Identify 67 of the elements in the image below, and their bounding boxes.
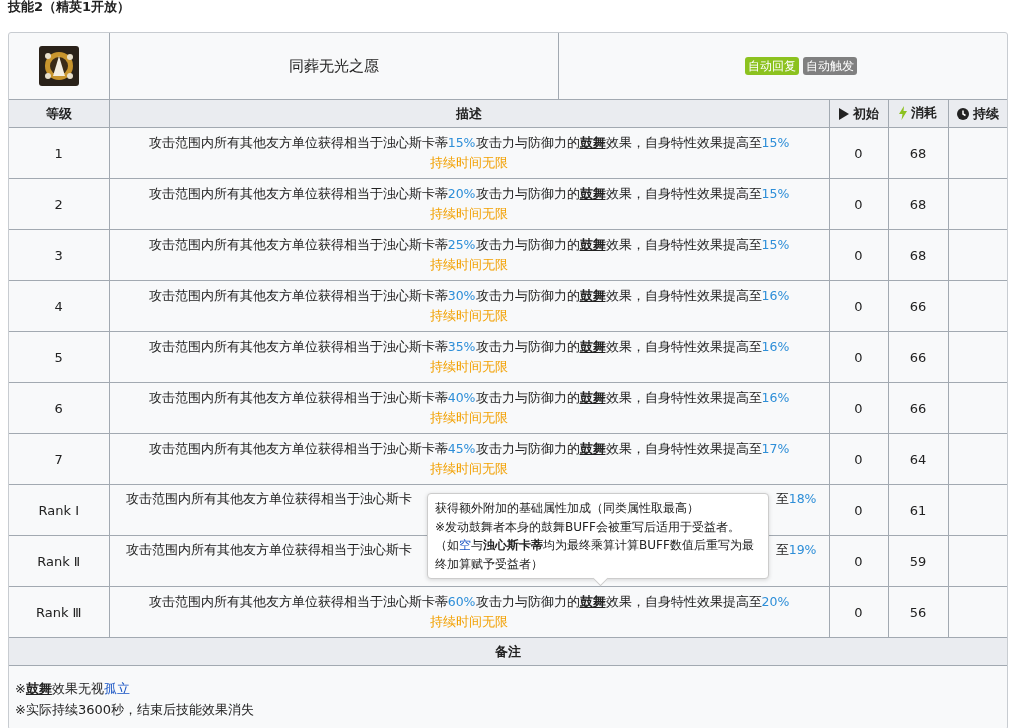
cost-cell: 61 bbox=[909, 502, 927, 518]
skill-description: 攻击范围内所有其他友方单位获得相当于浊心斯卡蒂25%攻击力与防御力的鼓舞效果，自身特性效果提高至15% bbox=[147, 236, 791, 254]
cost-cell: 66 bbox=[909, 298, 927, 314]
note-text: ※鼓舞效果无视孤立 bbox=[15, 680, 131, 698]
column-header: 等级 bbox=[9, 99, 109, 128]
cost-cell: 68 bbox=[909, 247, 927, 263]
initial-cell: 0 bbox=[854, 298, 863, 314]
skill-description: 至19% bbox=[775, 541, 817, 559]
duration-note: 持续时间无限 bbox=[429, 307, 509, 325]
lightning-icon bbox=[899, 106, 907, 120]
skill-tag: 自动触发 bbox=[803, 57, 857, 75]
play-icon bbox=[838, 107, 849, 120]
column-header: 消耗 bbox=[911, 104, 937, 122]
cost-cell: 68 bbox=[909, 196, 927, 212]
cost-cell: 56 bbox=[909, 604, 927, 620]
skill-description: 攻击范围内所有其他友方单位获得相当于浊心斯卡蒂15%攻击力与防御力的鼓舞效果，自身特性效果提高至15% bbox=[147, 134, 791, 152]
initial-cell: 0 bbox=[854, 451, 863, 467]
column-header: 持续 bbox=[972, 104, 999, 123]
initial-cell: 0 bbox=[854, 196, 863, 212]
section-title: 技能2（精英1开放） bbox=[6, 0, 132, 16]
duration-note: 持续时间无限 bbox=[429, 205, 509, 223]
initial-cell: 0 bbox=[854, 349, 863, 365]
skill-description: 攻击范围内所有其他友方单位获得相当于浊心斯卡蒂35%攻击力与防御力的鼓舞效果，自身特性效果提高至16% bbox=[147, 338, 791, 356]
duration-note: 持续时间无限 bbox=[429, 358, 509, 376]
level-cell: Rank Ⅱ bbox=[37, 553, 81, 569]
skill-icon bbox=[39, 46, 79, 86]
duration-note: 持续时间无限 bbox=[429, 154, 509, 172]
column-header: 描述 bbox=[109, 99, 829, 128]
cost-cell: 64 bbox=[909, 451, 927, 467]
duration-note: 持续时间无限 bbox=[429, 613, 509, 631]
note-text: ※实际持续3600秒，结束后技能效果消失 bbox=[15, 701, 255, 719]
cost-cell: 66 bbox=[909, 349, 927, 365]
level-cell: Rank Ⅲ bbox=[35, 604, 82, 620]
duration-note: 持续时间无限 bbox=[429, 256, 509, 274]
initial-cell: 0 bbox=[854, 247, 863, 263]
skill-description: 攻击范围内所有其他友方单位获得相当于浊心斯卡蒂45%攻击力与防御力的鼓舞效果，自身特性效果提高至17% bbox=[147, 440, 791, 458]
skill-description: 攻击范围内所有其他友方单位获得相当于浊心斯卡蒂60%攻击力与防御力的鼓舞效果，自身特性效果提高至20% bbox=[147, 593, 791, 611]
initial-cell: 0 bbox=[854, 553, 863, 569]
level-cell: 3 bbox=[54, 247, 63, 263]
cost-cell: 59 bbox=[909, 553, 927, 569]
column-header: 初始 bbox=[852, 104, 879, 123]
notes-header: 备注 bbox=[9, 637, 1007, 666]
initial-cell: 0 bbox=[854, 502, 863, 518]
clock-icon bbox=[956, 107, 969, 120]
level-cell: 5 bbox=[54, 349, 63, 365]
skill-description: 攻击范围内所有其他友方单位获得相当于浊心斯卡蒂40%攻击力与防御力的鼓舞效果，自身特性效果提高至16% bbox=[147, 389, 791, 407]
level-cell: Rank Ⅰ bbox=[38, 502, 79, 518]
initial-cell: 0 bbox=[854, 400, 863, 416]
initial-cell: 0 bbox=[854, 145, 863, 161]
cost-cell: 68 bbox=[909, 145, 927, 161]
skill-description: 攻击范围内所有其他友方单位获得相当于浊心斯卡蒂30%攻击力与防御力的鼓舞效果，自身特性效果提高至16% bbox=[147, 287, 791, 305]
level-cell: 2 bbox=[54, 196, 63, 212]
level-cell: 7 bbox=[54, 451, 63, 467]
skill-description: 至18% bbox=[775, 490, 817, 508]
initial-cell: 0 bbox=[854, 604, 863, 620]
skill-description: 攻击范围内所有其他友方单位获得相当于浊心斯卡 bbox=[125, 541, 412, 559]
tooltip: 获得额外附加的基础属性加成（同类属性取最高） ※发动鼓舞者本身的鼓舞BUFF会被重写后适用于受益者。（如空与浊心斯卡蒂均为最终乘算计算BUFF数值后重写为最终加算赋予受益者） bbox=[427, 493, 769, 579]
duration-note: 持续时间无限 bbox=[429, 460, 509, 478]
skill-name: 同葬无光之愿 bbox=[289, 56, 379, 76]
skill-description: 攻击范围内所有其他友方单位获得相当于浊心斯卡 bbox=[125, 490, 412, 508]
cost-cell: 66 bbox=[909, 400, 927, 416]
level-cell: 4 bbox=[54, 298, 63, 314]
skill-tag: 自动回复 bbox=[745, 57, 799, 75]
level-cell: 1 bbox=[54, 145, 63, 161]
skill-description: 攻击范围内所有其他友方单位获得相当于浊心斯卡蒂20%攻击力与防御力的鼓舞效果，自身特性效果提高至15% bbox=[147, 185, 791, 203]
duration-note: 持续时间无限 bbox=[429, 409, 509, 427]
level-cell: 6 bbox=[54, 400, 63, 416]
